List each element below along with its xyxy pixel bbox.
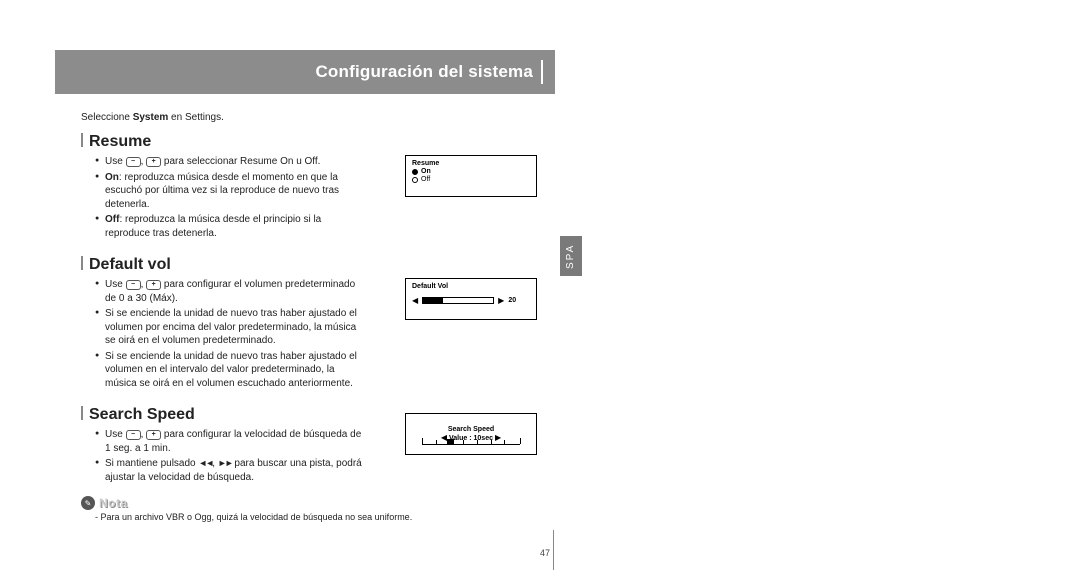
radio-empty-icon xyxy=(412,177,418,183)
header-divider xyxy=(541,60,543,84)
vol-bar-fill xyxy=(423,298,443,303)
search-use-line: Use −, + para configurar la velocidad de… xyxy=(95,428,365,455)
note-label: Nota xyxy=(99,496,128,510)
vol-value: 20 xyxy=(508,297,516,304)
lcd-defvol-slider: ◀ ▶ 20 xyxy=(412,296,530,305)
intro-suffix: en Settings. xyxy=(168,112,224,123)
header-bar: Configuración del sistema xyxy=(55,50,555,94)
tick xyxy=(436,440,437,444)
defvol-b3: Si se enciende la unidad de nuevo tras h… xyxy=(95,350,365,391)
center-divider xyxy=(553,530,554,570)
tick xyxy=(504,440,505,444)
ruler xyxy=(422,436,520,445)
lcd-resume-title: Resume xyxy=(412,160,530,167)
resume-off-line: Off: reproduzca la música desde el princ… xyxy=(95,213,365,240)
tick xyxy=(422,438,423,444)
text: para configurar el volumen predeterminad… xyxy=(105,279,355,304)
tick xyxy=(463,440,464,444)
vol-bar-track xyxy=(422,297,494,304)
text: : reproduzca música desde el momento en … xyxy=(105,172,339,210)
radio-filled-icon xyxy=(412,169,418,175)
plus-icon: + xyxy=(146,280,161,290)
on-label: On xyxy=(105,172,119,183)
page-title: Configuración del sistema xyxy=(315,50,533,94)
rewind-icon: ◄◄ xyxy=(198,458,212,468)
intro-bold: System xyxy=(133,112,169,123)
right-arrow-icon: ▶ xyxy=(498,296,504,305)
text: Use xyxy=(105,279,126,290)
plus-icon: + xyxy=(146,157,161,167)
tick xyxy=(491,440,492,444)
resume-use-line: Use −, + para seleccionar Resume On u Of… xyxy=(95,155,365,169)
lcd-resume-on-row: On xyxy=(412,168,530,175)
lcd-off-text: Off xyxy=(421,176,430,183)
ruler-marker-icon xyxy=(447,439,454,444)
section-title-default-vol: Default vol xyxy=(81,256,555,274)
note-icon: ✎ xyxy=(81,496,95,510)
section-title-resume: Resume xyxy=(81,133,555,151)
language-tab: SPA xyxy=(560,236,582,276)
intro-line: Seleccione System en Settings. xyxy=(81,112,555,123)
text: Use xyxy=(105,429,126,440)
text: Use xyxy=(105,156,126,167)
lcd-resume: Resume On Off xyxy=(405,155,537,197)
off-label: Off xyxy=(105,214,119,225)
text: : reproduzca la música desde el principi… xyxy=(105,214,321,239)
lcd-default-vol: Default Vol ◀ ▶ 20 xyxy=(405,278,537,320)
text: para seleccionar Resume On u Off. xyxy=(164,156,321,167)
resume-on-line: On: reproduzca música desde el momento e… xyxy=(95,171,365,212)
lcd-resume-off-row: Off xyxy=(412,176,530,183)
lcd-search-title: Search Speed xyxy=(412,426,530,433)
defvol-use-line: Use −, + para configurar el volumen pred… xyxy=(95,278,365,305)
search-b2: Si mantiene pulsado ◄◄, ►► para buscar u… xyxy=(95,457,365,484)
fast-forward-icon: ►► xyxy=(218,458,232,468)
intro-prefix: Seleccione xyxy=(81,112,133,123)
page-number: 47 xyxy=(540,548,550,558)
note-row: ✎ Nota xyxy=(81,496,555,510)
plus-icon: + xyxy=(146,430,161,440)
defvol-b2: Si se enciende la unidad de nuevo tras h… xyxy=(95,307,365,348)
minus-icon: − xyxy=(126,430,141,440)
left-arrow-icon: ◀ xyxy=(412,296,418,305)
text: Si mantiene pulsado xyxy=(105,458,198,469)
tick xyxy=(520,438,521,444)
lcd-on-text: On xyxy=(421,168,431,175)
tick xyxy=(477,440,478,444)
minus-icon: − xyxy=(126,280,141,290)
text: para configurar la velocidad de búsqueda… xyxy=(105,429,361,454)
lcd-search-speed: Search Speed ◀ Value : 10sec ▶ xyxy=(405,413,537,455)
note-text: - Para un archivo VBR o Ogg, quizá la ve… xyxy=(95,512,555,522)
minus-icon: − xyxy=(126,157,141,167)
lcd-defvol-title: Default Vol xyxy=(412,283,530,290)
